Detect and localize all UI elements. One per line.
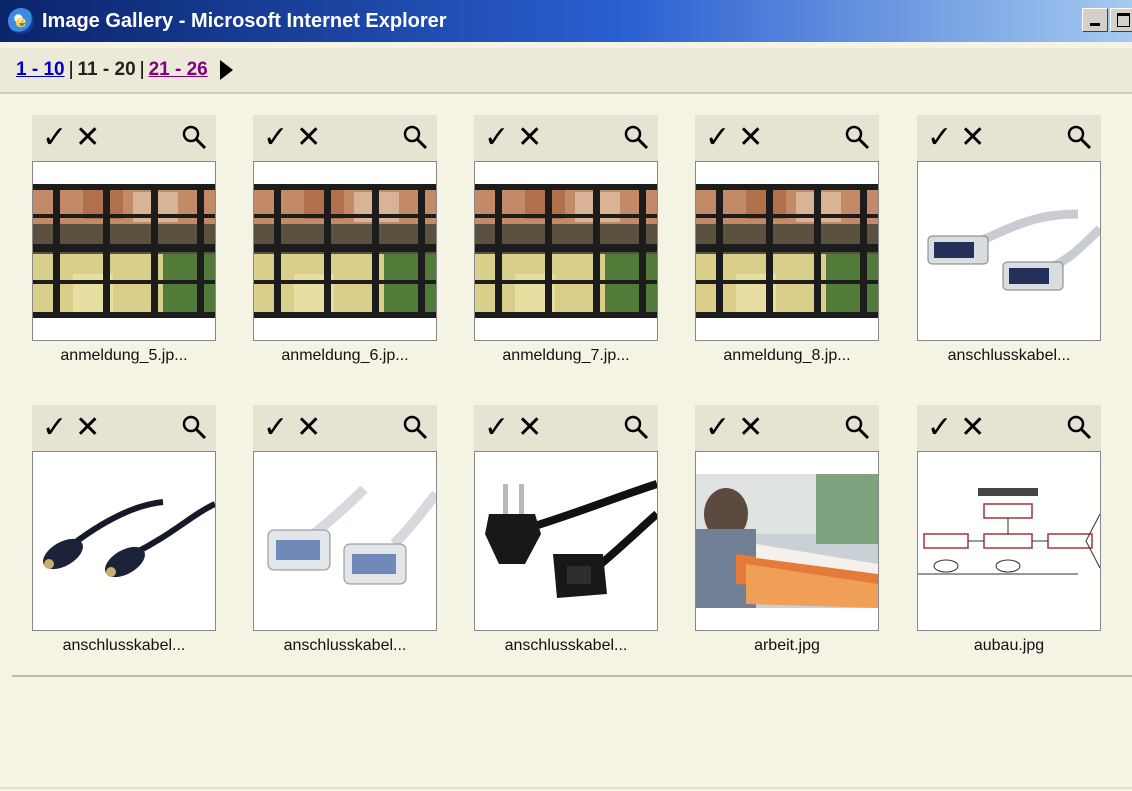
magnifier-icon[interactable] — [1065, 123, 1093, 151]
x-icon[interactable]: ✕ — [75, 123, 100, 153]
thumbnail[interactable] — [474, 161, 658, 341]
gallery-item: ✓ ✕ anmeldung_5.jp... — [32, 115, 216, 365]
checkmark-icon[interactable]: ✓ — [484, 123, 509, 153]
x-icon[interactable]: ✕ — [517, 123, 542, 153]
checkmark-icon[interactable]: ✓ — [705, 413, 730, 443]
window-photo-image — [33, 184, 215, 318]
item-toolbar: ✓ ✕ — [695, 405, 879, 451]
thumbnail[interactable] — [917, 451, 1101, 631]
x-icon[interactable]: ✕ — [75, 413, 100, 443]
magnifier-icon[interactable] — [622, 413, 650, 441]
x-icon[interactable]: ✕ — [296, 413, 321, 443]
window-photo-image — [254, 184, 436, 318]
item-toolbar: ✓ ✕ — [695, 115, 879, 161]
maximize-button[interactable] — [1110, 8, 1132, 32]
item-caption: anschlusskabel... — [62, 637, 186, 654]
x-icon[interactable]: ✕ — [960, 123, 985, 153]
window-controls — [1082, 8, 1132, 32]
minimize-button[interactable] — [1082, 8, 1108, 32]
item-caption: anmeldung_7.jp... — [502, 347, 630, 364]
x-icon[interactable]: ✕ — [296, 123, 321, 153]
window-photo-image — [696, 184, 878, 318]
gallery-item: ✓ ✕ anmeldung_7.jp... — [474, 115, 658, 365]
item-toolbar: ✓ ✕ — [253, 115, 437, 161]
item-toolbar: ✓ ✕ — [474, 405, 658, 451]
gallery-item: ✓ ✕ anschlusskabel... — [474, 405, 658, 655]
page-current: 11 - 20 — [77, 59, 136, 80]
magnifier-icon[interactable] — [843, 413, 871, 441]
gallery-item: ✓ ✕ anschlusskabel... — [917, 115, 1101, 365]
gallery-item: ✓ ✕ anschlusskabel... — [32, 405, 216, 655]
thumbnail[interactable] — [474, 451, 658, 631]
diagram-image — [918, 474, 1100, 608]
x-icon[interactable]: ✕ — [517, 413, 542, 443]
status-divider — [0, 787, 1132, 789]
item-caption: anschlusskabel... — [947, 347, 1071, 364]
x-icon[interactable]: ✕ — [960, 413, 985, 443]
thumbnail[interactable] — [695, 451, 879, 631]
window-photo-image — [475, 184, 657, 318]
title-bar: e Image Gallery - Microsoft Internet Exp… — [0, 0, 1132, 42]
gallery-item: ✓ ✕ anschlusskabel... — [253, 405, 437, 655]
item-toolbar: ✓ ✕ — [474, 115, 658, 161]
pagination-bar: 1 - 10 | 11 - 20 | 21 - 26 — [0, 48, 1132, 94]
magnifier-icon[interactable] — [401, 413, 429, 441]
item-caption: anschlusskabel... — [504, 637, 628, 654]
magnifier-icon[interactable] — [401, 123, 429, 151]
checkmark-icon[interactable]: ✓ — [927, 413, 952, 443]
gallery-item: ✓ ✕ anmeldung_8.jp... — [695, 115, 879, 365]
checkmark-icon[interactable]: ✓ — [42, 413, 67, 443]
parallel-cable-image — [918, 184, 1100, 318]
item-toolbar: ✓ ✕ — [253, 405, 437, 451]
ps2-cable-image — [33, 474, 215, 608]
serial-cable-image — [254, 474, 436, 608]
next-page-arrow-icon[interactable] — [219, 60, 233, 80]
x-icon[interactable]: ✕ — [738, 123, 763, 153]
ie-icon: e — [8, 8, 34, 34]
gallery-item: ✓ ✕ arbeit.jpg — [695, 405, 879, 655]
content-divider — [12, 675, 1132, 677]
page-link-first[interactable]: 1 - 10 — [16, 59, 65, 81]
item-toolbar: ✓ ✕ — [917, 115, 1101, 161]
thumbnail[interactable] — [253, 161, 437, 341]
checkmark-icon[interactable]: ✓ — [484, 413, 509, 443]
item-caption: anmeldung_6.jp... — [281, 347, 409, 364]
checkmark-icon[interactable]: ✓ — [705, 123, 730, 153]
magnifier-icon[interactable] — [843, 123, 871, 151]
checkmark-icon[interactable]: ✓ — [263, 413, 288, 443]
item-caption: aubau.jpg — [973, 637, 1045, 654]
item-toolbar: ✓ ✕ — [32, 115, 216, 161]
pagination-separator: | — [139, 59, 145, 80]
item-toolbar: ✓ ✕ — [32, 405, 216, 451]
pagination-separator: | — [68, 59, 74, 80]
item-caption: arbeit.jpg — [754, 637, 820, 654]
office-photo-image — [696, 474, 878, 608]
magnifier-icon[interactable] — [1065, 413, 1093, 441]
gallery-item: ✓ ✕ anmeldung_6.jp... — [253, 115, 437, 365]
checkmark-icon[interactable]: ✓ — [42, 123, 67, 153]
gallery-item: ✓ ✕ aubau.jpg — [917, 405, 1101, 655]
checkmark-icon[interactable]: ✓ — [263, 123, 288, 153]
power-cable-image — [475, 474, 657, 608]
magnifier-icon[interactable] — [180, 413, 208, 441]
magnifier-icon[interactable] — [180, 123, 208, 151]
x-icon[interactable]: ✕ — [738, 413, 763, 443]
item-caption: anschlusskabel... — [283, 637, 407, 654]
thumbnail[interactable] — [32, 451, 216, 631]
thumbnail[interactable] — [917, 161, 1101, 341]
window-title: Image Gallery - Microsoft Internet Explo… — [42, 9, 447, 32]
checkmark-icon[interactable]: ✓ — [927, 123, 952, 153]
thumbnail[interactable] — [253, 451, 437, 631]
item-toolbar: ✓ ✕ — [917, 405, 1101, 451]
thumbnail[interactable] — [32, 161, 216, 341]
item-caption: anmeldung_5.jp... — [60, 347, 188, 364]
page-link-last[interactable]: 21 - 26 — [149, 59, 208, 81]
magnifier-icon[interactable] — [622, 123, 650, 151]
item-caption: anmeldung_8.jp... — [723, 347, 851, 364]
thumbnail[interactable] — [695, 161, 879, 341]
